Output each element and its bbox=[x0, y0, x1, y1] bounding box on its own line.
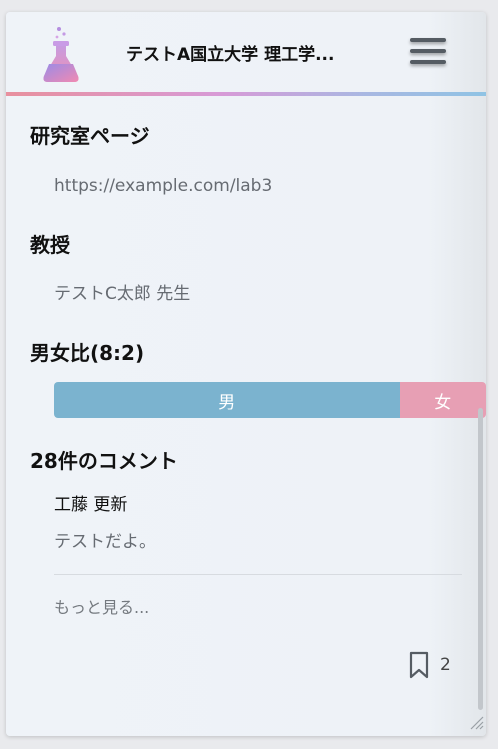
bookmark-icon bbox=[409, 651, 429, 679]
professor-heading: 教授 bbox=[30, 233, 70, 257]
show-more-comments-link[interactable]: もっと見る... bbox=[54, 596, 149, 620]
hamburger-menu-icon[interactable] bbox=[408, 34, 448, 70]
ratio-female-segment: 女 bbox=[399, 382, 486, 418]
header: テストA国立大学 理工学... bbox=[6, 12, 486, 94]
site-title[interactable]: テストA国立大学 理工学... bbox=[126, 40, 366, 70]
ratio-male-segment: 男 bbox=[54, 382, 400, 418]
app-frame: テストA国立大学 理工学... 研究室ページ https://example.c… bbox=[6, 12, 486, 736]
professor-name: テストC太郎 先生 bbox=[54, 284, 191, 304]
comment-author[interactable]: 工藤 更新 bbox=[54, 493, 127, 517]
resize-grip-icon[interactable] bbox=[466, 712, 484, 730]
accent-divider bbox=[6, 92, 486, 96]
scrollbar-thumb[interactable] bbox=[478, 408, 483, 710]
comment-text: テストだよ。 bbox=[54, 532, 156, 552]
flask-icon[interactable] bbox=[40, 26, 82, 84]
gender-ratio-heading: 男女比(8:2) bbox=[30, 341, 145, 365]
comment-divider bbox=[54, 574, 462, 575]
comments-heading: 28件のコメント bbox=[30, 449, 178, 473]
gender-ratio-bar: 男 女 bbox=[54, 382, 486, 418]
bookmark-count: 2 bbox=[440, 655, 451, 675]
lab-page-heading: 研究室ページ bbox=[30, 124, 150, 148]
lab-page-url-link[interactable]: https://example.com/lab3 bbox=[54, 174, 272, 198]
bookmark-button[interactable]: 2 bbox=[408, 650, 451, 680]
